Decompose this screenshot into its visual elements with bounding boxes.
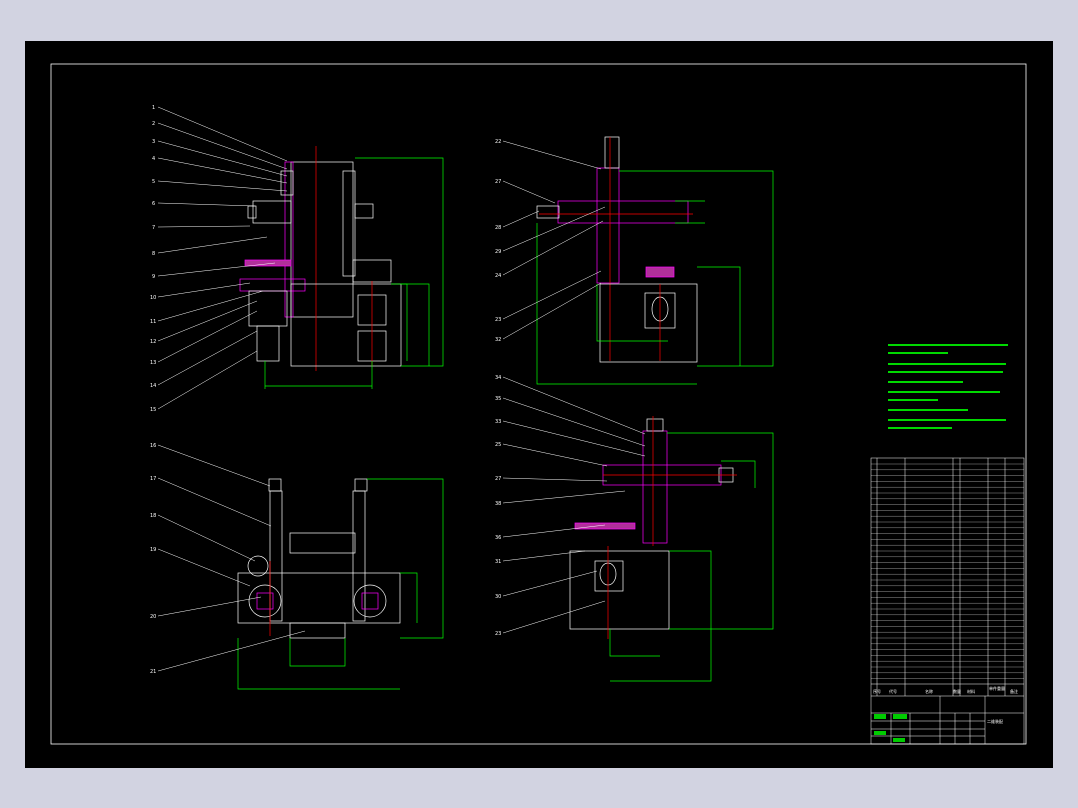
bom-header-qty: 数量 [953,688,961,694]
svg-text:10: 10 [150,295,156,301]
svg-text:27: 27 [495,476,501,482]
cad-drawing: 1 2 3 4 5 6 7 8 9 10 11 12 13 14 15 22 2… [50,63,1027,745]
svg-text:23: 23 [495,631,501,637]
svg-text:24: 24 [495,273,501,279]
svg-text:6: 6 [152,201,155,207]
svg-text:8: 8 [152,251,155,257]
svg-text:15: 15 [150,407,156,413]
svg-text:33: 33 [495,419,501,425]
svg-text:22: 22 [495,139,501,145]
svg-text:9: 9 [152,274,155,280]
svg-text:20: 20 [150,614,156,620]
svg-text:4: 4 [152,156,155,162]
bom-header-material: 材料 [967,688,975,694]
svg-text:7: 7 [152,225,155,231]
svg-text:5: 5 [152,179,155,185]
bom-rows [871,463,1024,679]
svg-text:21: 21 [150,669,156,675]
view-side-top-right: 22 27 28 29 24 23 32 [495,136,774,385]
svg-text:34: 34 [495,375,501,381]
bom-header-unit-weight: 单件重量 [989,685,1005,691]
view-side-bottom-right: 34 35 33 25 27 38 36 31 30 23 [495,375,774,682]
svg-text:16: 16 [150,443,156,449]
svg-text:2: 2 [152,121,155,127]
svg-text:30: 30 [495,594,501,600]
svg-text:35: 35 [495,396,501,402]
svg-text:17: 17 [150,476,156,482]
bom-header-name: 名称 [925,688,933,694]
svg-text:11: 11 [150,319,156,325]
view-top-bottom-left: 16 17 18 19 20 21 [150,443,444,690]
svg-text:23: 23 [495,317,501,323]
svg-text:31: 31 [495,559,501,565]
svg-text:18: 18 [150,513,156,519]
bom-fill [874,714,907,742]
svg-text:19: 19 [150,547,156,553]
svg-text:28: 28 [495,225,501,231]
bom-header-remark: 备注 [1010,688,1018,694]
svg-text:38: 38 [495,501,501,507]
technical-notes [888,344,1008,429]
svg-text:14: 14 [150,383,156,389]
svg-text:27: 27 [495,179,501,185]
svg-text:13: 13 [150,360,156,366]
svg-text:1: 1 [152,105,155,111]
svg-text:36: 36 [495,535,501,541]
drawing-canvas[interactable]: 1 2 3 4 5 6 7 8 9 10 11 12 13 14 15 22 2… [25,41,1053,768]
drawing-frame [50,63,1027,745]
svg-text:3: 3 [152,139,155,145]
bom-header-no: 序号 [873,688,881,694]
svg-text:32: 32 [495,337,501,343]
svg-text:29: 29 [495,249,501,255]
bom-header-code: 代号 [889,688,897,694]
view-front-left: 1 2 3 4 5 6 7 8 9 10 11 12 13 14 15 [150,105,444,413]
svg-text:12: 12 [150,339,156,345]
drawing-title: 二维装配 [987,718,1003,724]
bom-table [870,457,1025,745]
svg-text:25: 25 [495,442,501,448]
